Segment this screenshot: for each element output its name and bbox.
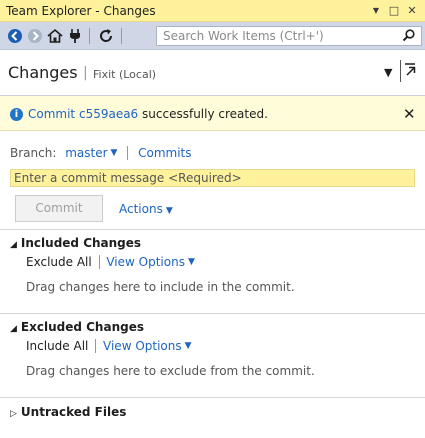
repository-name: Fixit (Local) (93, 68, 157, 81)
page-header: Changes | Fixit (Local) ▼ (0, 50, 425, 96)
plug-icon[interactable] (66, 27, 84, 45)
search-work-items-input[interactable]: Search Work Items (Ctrl+') (156, 26, 422, 46)
excluded-changes-title[interactable]: Excluded Changes (21, 320, 144, 334)
collapse-triangle-icon[interactable]: ◢ (10, 324, 17, 334)
refresh-icon[interactable] (97, 27, 115, 45)
view-options-dropdown[interactable]: View Options ▼ (106, 254, 195, 269)
commit-message-input[interactable] (11, 170, 414, 186)
home-icon[interactable] (46, 27, 64, 45)
section-divider (0, 313, 425, 314)
divider (98, 254, 100, 269)
navigate-icon[interactable] (400, 60, 420, 82)
title-bar: Team Explorer - Changes ▼ □ ✕ (0, 0, 425, 22)
chevron-down-icon[interactable]: ▼ (111, 148, 118, 158)
expand-triangle-icon[interactable]: ▷ (10, 409, 17, 419)
notification-text: successfully created. (142, 107, 268, 121)
view-options-dropdown[interactable]: View Options ▼ (103, 338, 192, 353)
section-divider (0, 397, 425, 398)
collapse-triangle-icon[interactable]: ◢ (10, 240, 17, 250)
chevron-down-icon[interactable]: ▼ (185, 341, 192, 351)
search-icon[interactable] (401, 28, 417, 44)
commit-message-field[interactable] (10, 169, 415, 187)
window-position-dropdown-icon[interactable]: ▼ (369, 3, 383, 19)
back-arrow-icon[interactable] (6, 27, 24, 45)
commits-link[interactable]: Commits (138, 146, 191, 160)
search-placeholder: Search Work Items (Ctrl+') (163, 29, 324, 43)
page-dropdown-icon[interactable]: ▼ (384, 66, 392, 79)
branch-row: Branch: master ▼ Commits (10, 145, 192, 160)
untracked-files-title[interactable]: Untracked Files (21, 405, 126, 419)
branch-name[interactable]: master (65, 146, 107, 160)
untracked-files-header[interactable]: ▷ Untracked Files (10, 405, 126, 419)
page-title: Changes (8, 63, 78, 82)
commit-id-link[interactable]: c559aea6 (79, 107, 138, 121)
info-icon: i (10, 108, 23, 121)
header-separator: | (83, 65, 88, 81)
actions-menu[interactable]: Actions ▼ (119, 202, 173, 216)
branch-dropdown[interactable]: master ▼ (65, 145, 117, 160)
chevron-down-icon[interactable]: ▼ (166, 206, 173, 216)
toolbar-separator (89, 28, 90, 44)
view-options-label[interactable]: View Options (106, 255, 185, 269)
divider (95, 338, 97, 353)
chevron-down-icon[interactable]: ▼ (188, 257, 195, 267)
divider (127, 145, 129, 160)
section-divider (0, 229, 425, 230)
exclude-all-link[interactable]: Exclude All (26, 255, 92, 269)
included-changes-header[interactable]: ◢ Included Changes (10, 236, 141, 250)
commit-prefix[interactable]: Commit (28, 107, 75, 121)
branch-label: Branch: (10, 145, 57, 160)
dismiss-notification-icon[interactable]: ✕ (403, 105, 416, 123)
notification-bar: i Commit c559aea6 successfully created. … (0, 96, 425, 131)
included-changes-hint: Drag changes here to include in the comm… (26, 280, 295, 294)
excluded-changes-hint: Drag changes here to exclude from the co… (26, 364, 315, 378)
included-changes-links: Exclude All View Options ▼ (26, 254, 195, 269)
excluded-changes-links: Include All View Options ▼ (26, 338, 192, 353)
notification-message: Commit c559aea6 successfully created. (28, 107, 268, 121)
included-changes-title[interactable]: Included Changes (21, 236, 141, 250)
view-options-label[interactable]: View Options (103, 339, 182, 353)
close-icon[interactable]: ✕ (405, 3, 419, 19)
maximize-icon[interactable]: □ (387, 3, 401, 19)
include-all-link[interactable]: Include All (26, 339, 88, 353)
window-title: Team Explorer - Changes (6, 4, 156, 18)
excluded-changes-header[interactable]: ◢ Excluded Changes (10, 320, 144, 334)
actions-label[interactable]: Actions (119, 202, 163, 216)
commit-button[interactable]: Commit (15, 195, 103, 222)
toolbar-separator (121, 28, 122, 44)
navigation-toolbar: Search Work Items (Ctrl+') (0, 22, 425, 50)
forward-arrow-icon[interactable] (26, 27, 44, 45)
